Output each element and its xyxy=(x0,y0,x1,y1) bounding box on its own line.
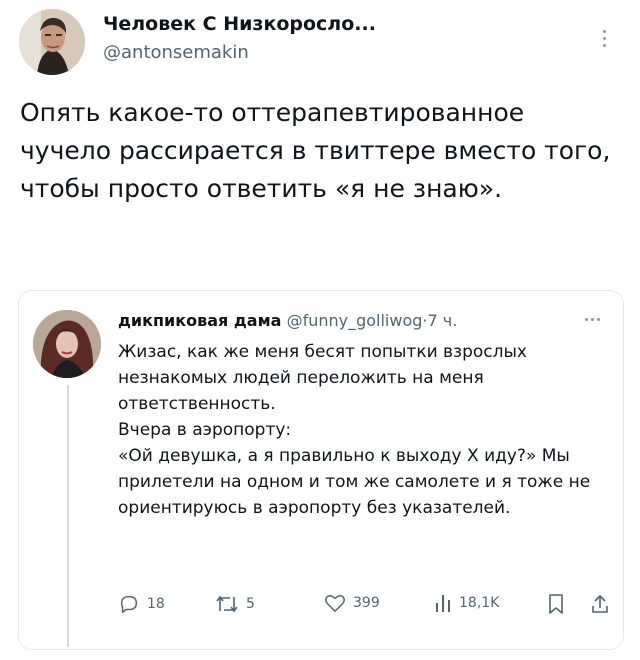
reply-count: 18 xyxy=(147,596,165,612)
author-avatar-image xyxy=(19,9,85,75)
reply-header: дикпиковая дама @funny_golliwog·7 ч. xyxy=(118,311,457,330)
bookmark-icon xyxy=(549,594,563,614)
more-horizontal-icon[interactable] xyxy=(585,318,600,321)
reply-text-paragraph: Вчера в аэропорту: xyxy=(118,420,292,440)
reply-author-handle[interactable]: @funny_golliwog xyxy=(287,311,423,330)
views-icon xyxy=(436,595,450,612)
share-button[interactable] xyxy=(590,593,610,615)
thread-line xyxy=(67,385,69,647)
like-count: 399 xyxy=(353,595,380,611)
author-name[interactable]: Человек С Низкоросло... xyxy=(103,13,376,35)
more-vertical-icon[interactable] xyxy=(603,30,609,51)
reply-avatar-image xyxy=(33,310,101,378)
reply-author-avatar[interactable] xyxy=(33,310,101,378)
author-handle[interactable]: @antonsemakin xyxy=(103,42,249,63)
reply-button[interactable]: 18 xyxy=(118,593,165,615)
reply-text-paragraph: «Ой девушка, а я правильно к выходу Х ид… xyxy=(118,446,591,518)
like-button[interactable]: 399 xyxy=(324,593,380,613)
retweet-button[interactable]: 5 xyxy=(215,593,255,615)
reply-author-name[interactable]: дикпиковая дама xyxy=(118,311,281,330)
reply-icon xyxy=(120,595,138,613)
tweet-text: Опять какое-то оттерапевтированное чучел… xyxy=(20,98,611,203)
author-avatar[interactable] xyxy=(19,9,85,75)
share-icon xyxy=(592,594,608,613)
views-count: 18,1K xyxy=(459,595,500,611)
retweet-icon xyxy=(216,595,238,613)
retweet-count: 5 xyxy=(246,596,255,612)
reply-text: Жизас, как же меня бесят попытки взрослы… xyxy=(118,339,608,521)
reply-timestamp[interactable]: 7 ч. xyxy=(428,311,458,330)
views-button[interactable]: 18,1K xyxy=(434,593,499,613)
heart-icon xyxy=(325,595,345,612)
bookmark-button[interactable] xyxy=(547,593,565,615)
reply-text-paragraph: Жизас, как же меня бесят попытки взрослы… xyxy=(118,342,527,414)
